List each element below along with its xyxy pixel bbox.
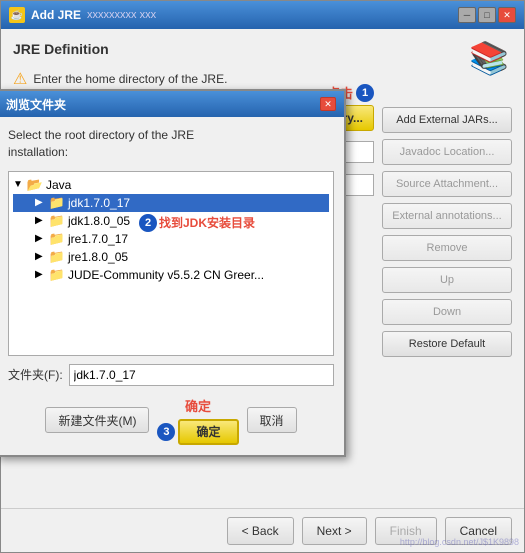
- folder-path-row: 文件夹(F):: [8, 364, 334, 386]
- tree-item-java[interactable]: ▼ 📂 Java: [13, 176, 329, 194]
- tree-arrow-java: ▼: [13, 179, 27, 190]
- close-button[interactable]: ✕: [498, 7, 516, 23]
- dialog-instruction: Select the root directory of the JRE ins…: [8, 127, 334, 161]
- step1-badge: 1: [356, 84, 374, 102]
- right-panel: Add External JARs... Javadoc Location...…: [382, 105, 512, 496]
- folder-open-icon-java: 📂: [27, 178, 43, 192]
- new-folder-button[interactable]: 新建文件夹(M): [45, 407, 149, 433]
- step3-badge: 3: [157, 423, 175, 441]
- warning-row: ⚠ Enter the home directory of the JRE.: [13, 69, 512, 89]
- tree-label-jdk170: jdk1.7.0_17: [68, 196, 130, 210]
- warning-icon: ⚠: [13, 69, 27, 89]
- tree-label-jude: JUDE-Community v5.5.2 CN Greer...: [68, 268, 264, 282]
- next-button[interactable]: Next >: [302, 517, 367, 545]
- folder-path-input[interactable]: [69, 364, 334, 386]
- add-external-jars-button[interactable]: Add External JARs...: [382, 107, 512, 133]
- remove-button[interactable]: Remove: [382, 235, 512, 261]
- step3-area: 确定 3 确定: [157, 396, 238, 445]
- folder-icon-jre180: 📁: [49, 250, 65, 264]
- folder-icon-jdk180: 📁: [49, 214, 65, 228]
- back-button[interactable]: < Back: [227, 517, 294, 545]
- down-button[interactable]: Down: [382, 299, 512, 325]
- tree-label-java: Java: [46, 178, 71, 192]
- dialog-content: Select the root directory of the JRE ins…: [0, 117, 344, 455]
- folder-path-label: 文件夹(F):: [8, 366, 63, 383]
- books-decoration: 📚: [469, 39, 509, 77]
- external-annotations-button[interactable]: External annotations...: [382, 203, 512, 229]
- title-controls: ─ □ ✕: [458, 7, 516, 23]
- main-window: ☕ Add JRE xxxxxxxxx xxx ─ □ ✕ 📚 JRE Defi…: [0, 0, 525, 553]
- tree-label-jdk180: jdk1.8.0_05: [68, 214, 130, 228]
- tree-item-jdk170[interactable]: ▶ 📁 jdk1.7.0_17: [13, 194, 329, 212]
- restore-default-button[interactable]: Restore Default: [382, 331, 512, 357]
- source-attachment-button[interactable]: Source Attachment...: [382, 171, 512, 197]
- ok-row: 3 确定: [157, 419, 238, 445]
- tree-arrow-jdk170: ▶: [35, 197, 49, 208]
- tree-arrow-jre180: ▶: [35, 251, 49, 262]
- window-title: Add JRE: [31, 8, 81, 22]
- minimize-button[interactable]: ─: [458, 7, 476, 23]
- maximize-button[interactable]: □: [478, 7, 496, 23]
- tree-label-jre180: jre1.8.0_05: [68, 250, 128, 264]
- bottom-nav: http://blog.csdn.net/J$1K9898 < Back Nex…: [1, 508, 524, 552]
- up-button[interactable]: Up: [382, 267, 512, 293]
- dialog-buttons: 新建文件夹(M) 确定 3 确定 取消: [8, 396, 334, 445]
- warning-text: Enter the home directory of the JRE.: [33, 72, 227, 86]
- cancel-button[interactable]: 取消: [247, 407, 297, 433]
- window-title-extra: xxxxxxxxx xxx: [87, 9, 156, 21]
- browse-folder-dialog: 浏览文件夹 ✕ Select the root directory of the…: [0, 89, 346, 457]
- watermark: http://blog.csdn.net/J$1K9898: [400, 537, 519, 547]
- confirm-label: 确定: [185, 396, 211, 415]
- tree-item-jude[interactable]: ▶ 📁 JUDE-Community v5.5.2 CN Greer...: [13, 266, 329, 284]
- tree-label-jre170: jre1.7.0_17: [68, 232, 128, 246]
- section-title: JRE Definition: [13, 41, 512, 57]
- tree-item-jre170[interactable]: ▶ 📁 jre1.7.0_17: [13, 230, 329, 248]
- folder-icon-jdk170: 📁: [49, 196, 65, 210]
- tree-item-jre180[interactable]: ▶ 📁 jre1.8.0_05: [13, 248, 329, 266]
- tree-item-jdk180[interactable]: ▶ 📁 jdk1.8.0_05: [13, 212, 329, 230]
- window-icon: ☕: [9, 7, 25, 23]
- title-bar: ☕ Add JRE xxxxxxxxx xxx ─ □ ✕: [1, 1, 524, 29]
- folder-icon-jre170: 📁: [49, 232, 65, 246]
- tree-arrow-jdk180: ▶: [35, 215, 49, 226]
- folder-icon-jude: 📁: [49, 268, 65, 282]
- dialog-close-button[interactable]: ✕: [320, 97, 336, 111]
- content-area: 📚 JRE Definition ⚠ Enter the home direct…: [1, 29, 524, 508]
- dialog-title-bar: 浏览文件夹 ✕: [0, 91, 344, 117]
- title-bar-left: ☕ Add JRE xxxxxxxxx xxx: [9, 7, 156, 23]
- dialog-title-text: 浏览文件夹: [6, 96, 66, 113]
- tree-arrow-jre170: ▶: [35, 233, 49, 244]
- tree-arrow-jude: ▶: [35, 269, 49, 280]
- file-tree[interactable]: ▼ 📂 Java ▶ 📁 jdk1.7.0_17 2: [8, 171, 334, 356]
- javadoc-location-button[interactable]: Javadoc Location...: [382, 139, 512, 165]
- ok-button[interactable]: 确定: [178, 419, 238, 445]
